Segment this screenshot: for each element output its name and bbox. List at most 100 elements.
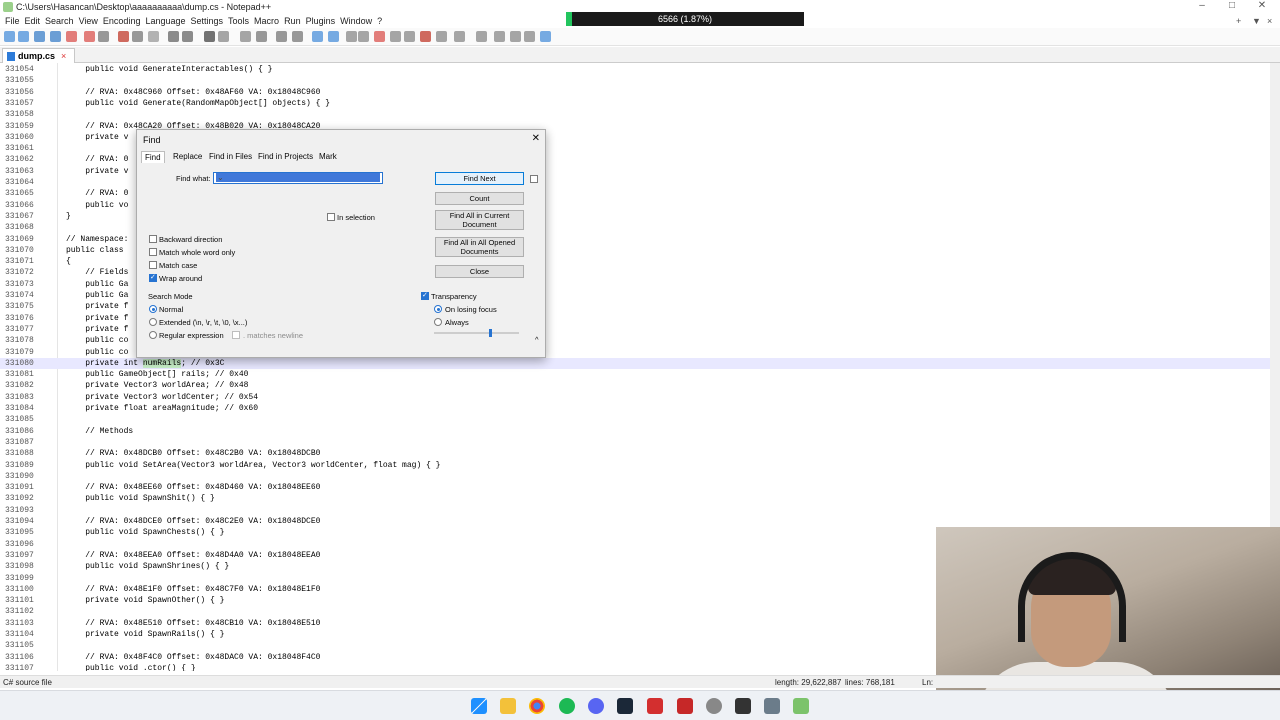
tab-close-icon[interactable]: × xyxy=(61,51,66,61)
code-line[interactable]: 331057 public void Generate(RandomMapObj… xyxy=(0,98,1270,109)
code-line[interactable]: 331091 // RVA: 0x48EE60 Offset: 0x48D460… xyxy=(0,482,1270,493)
code-line[interactable]: 331094 // RVA: 0x48DCE0 Offset: 0x48C2E0… xyxy=(0,516,1270,527)
discord-icon[interactable] xyxy=(588,698,604,714)
find-all-current-button[interactable]: Find All in Current Document xyxy=(435,210,524,230)
tab-find[interactable]: Find xyxy=(141,151,165,163)
transparency-slider-thumb[interactable] xyxy=(489,329,492,337)
notepadpp-taskbar-icon[interactable] xyxy=(793,698,809,714)
on-losing-focus-radio[interactable] xyxy=(434,305,442,313)
menu-file[interactable]: File xyxy=(0,14,20,26)
toolbar-button-4[interactable] xyxy=(50,31,61,42)
toolbar-button-11[interactable] xyxy=(168,31,179,42)
code-line[interactable]: 331083 private Vector3 worldCenter; // 0… xyxy=(0,392,1270,403)
toolbar-button-28[interactable] xyxy=(454,31,465,42)
toolbar-button-33[interactable] xyxy=(540,31,551,42)
count-button[interactable]: Count xyxy=(435,192,524,205)
toolbar-button-25[interactable] xyxy=(404,31,415,42)
code-line[interactable]: 331085 xyxy=(0,414,1270,425)
code-line[interactable]: 331086 // Methods xyxy=(0,426,1270,437)
code-line[interactable]: 331089 public void SetArea(Vector3 world… xyxy=(0,460,1270,471)
toolbar-button-14[interactable] xyxy=(218,31,229,42)
settings-icon[interactable] xyxy=(706,698,722,714)
code-line[interactable]: 331080 private int numRails; // 0x3C xyxy=(0,357,1270,370)
maximize-button[interactable]: □ xyxy=(1218,0,1246,14)
toolbar-button-30[interactable] xyxy=(494,31,505,42)
spotify-icon[interactable] xyxy=(559,698,575,714)
matches-newline-checkbox[interactable] xyxy=(232,331,240,339)
menu-plugins[interactable]: Plugins xyxy=(301,14,336,26)
menu-add-button[interactable]: + xyxy=(1236,16,1241,26)
normal-mode-radio[interactable] xyxy=(149,305,157,313)
toolbar-button-9[interactable] xyxy=(132,31,143,42)
toolbar-button-8[interactable] xyxy=(118,31,129,42)
toolbar-button-18[interactable] xyxy=(292,31,303,42)
match-case-checkbox[interactable] xyxy=(149,261,157,269)
toolbar-button-26[interactable] xyxy=(420,31,431,42)
tab-find-in-projects[interactable]: Find in Projects xyxy=(258,152,313,161)
code-line[interactable]: 331092 public void SpawnShit() { } xyxy=(0,493,1270,504)
code-line[interactable]: 331088 // RVA: 0x48DCB0 Offset: 0x48C2B0… xyxy=(0,448,1270,459)
in-selection-checkbox[interactable] xyxy=(327,213,335,221)
app-red-icon[interactable] xyxy=(647,698,663,714)
code-line[interactable]: 331084 private float areaMagnitude; // 0… xyxy=(0,403,1270,414)
chevron-down-icon[interactable]: ⌄ xyxy=(216,173,380,182)
toolbar-button-15[interactable] xyxy=(240,31,251,42)
toolbar-button-32[interactable] xyxy=(524,31,535,42)
menu-search[interactable]: Search xyxy=(40,14,74,26)
app-tool-icon[interactable] xyxy=(764,698,780,714)
minimize-button[interactable]: – xyxy=(1188,0,1216,14)
toolbar-button-16[interactable] xyxy=(256,31,267,42)
backward-direction-checkbox[interactable] xyxy=(149,235,157,243)
code-line[interactable]: 331087 xyxy=(0,437,1270,448)
code-line[interactable]: 331090 xyxy=(0,471,1270,482)
toolbar-button-21[interactable] xyxy=(346,31,357,42)
menu-run[interactable]: Run xyxy=(279,14,301,26)
toolbar-button-27[interactable] xyxy=(436,31,447,42)
steam-icon[interactable] xyxy=(617,698,633,714)
app-slash-icon[interactable] xyxy=(677,698,693,714)
tab-replace[interactable]: Replace xyxy=(173,152,202,161)
toolbar-button-3[interactable] xyxy=(34,31,45,42)
menu-help[interactable]: ? xyxy=(372,14,382,26)
whole-word-checkbox[interactable] xyxy=(149,248,157,256)
always-radio[interactable] xyxy=(434,318,442,326)
code-line[interactable]: 331056 // RVA: 0x48C960 Offset: 0x48AF60… xyxy=(0,87,1270,98)
regex-mode-radio[interactable] xyxy=(149,331,157,339)
find-all-opened-button[interactable]: Find All in All Opened Documents xyxy=(435,237,524,257)
transparency-slider-track[interactable] xyxy=(434,332,519,334)
toolbar-button-7[interactable] xyxy=(98,31,109,42)
code-line[interactable]: 331058 xyxy=(0,109,1270,120)
find-next-option-checkbox[interactable] xyxy=(530,175,538,183)
close-window-button[interactable]: ✕ xyxy=(1248,0,1276,14)
menu-macro[interactable]: Macro xyxy=(249,14,279,26)
menu-window[interactable]: Window xyxy=(335,14,372,26)
menu-edit[interactable]: Edit xyxy=(20,14,41,26)
code-line[interactable]: 331093 xyxy=(0,505,1270,516)
toolbar-button-13[interactable] xyxy=(204,31,215,42)
chrome-icon[interactable] xyxy=(529,698,545,714)
menu-view[interactable]: View xyxy=(74,14,98,26)
close-button[interactable]: Close xyxy=(435,265,524,278)
tab-dump-cs[interactable]: dump.cs × xyxy=(2,48,75,63)
find-dialog-close-icon[interactable]: ✕ xyxy=(532,133,540,144)
menu-encoding[interactable]: Encoding xyxy=(98,14,141,26)
find-what-input[interactable]: numRails ⌄ xyxy=(213,172,383,184)
menu-language[interactable]: Language xyxy=(140,14,185,26)
code-line[interactable]: 331082 private Vector3 worldArea; // 0x4… xyxy=(0,380,1270,391)
menu-close-button[interactable]: × xyxy=(1267,16,1272,26)
toolbar-button-1[interactable] xyxy=(4,31,15,42)
wrap-around-checkbox[interactable] xyxy=(149,273,157,282)
sevenzip-icon[interactable] xyxy=(735,698,751,714)
collapse-arrow-icon[interactable]: ^ xyxy=(535,335,539,344)
menu-settings[interactable]: Settings xyxy=(186,14,224,26)
code-line[interactable]: 331081 public GameObject[] rails; // 0x4… xyxy=(0,369,1270,380)
code-line[interactable]: 331054 public void GenerateInteractables… xyxy=(0,64,1270,75)
toolbar-button-29[interactable] xyxy=(476,31,487,42)
tab-mark[interactable]: Mark xyxy=(319,152,337,161)
file-explorer-icon[interactable] xyxy=(500,698,516,714)
toolbar-button-23[interactable] xyxy=(374,31,385,42)
menu-tools[interactable]: Tools xyxy=(223,14,249,26)
tab-find-in-files[interactable]: Find in Files xyxy=(209,152,252,161)
toolbar-button-20[interactable] xyxy=(328,31,339,42)
transparency-checkbox[interactable] xyxy=(421,291,429,300)
